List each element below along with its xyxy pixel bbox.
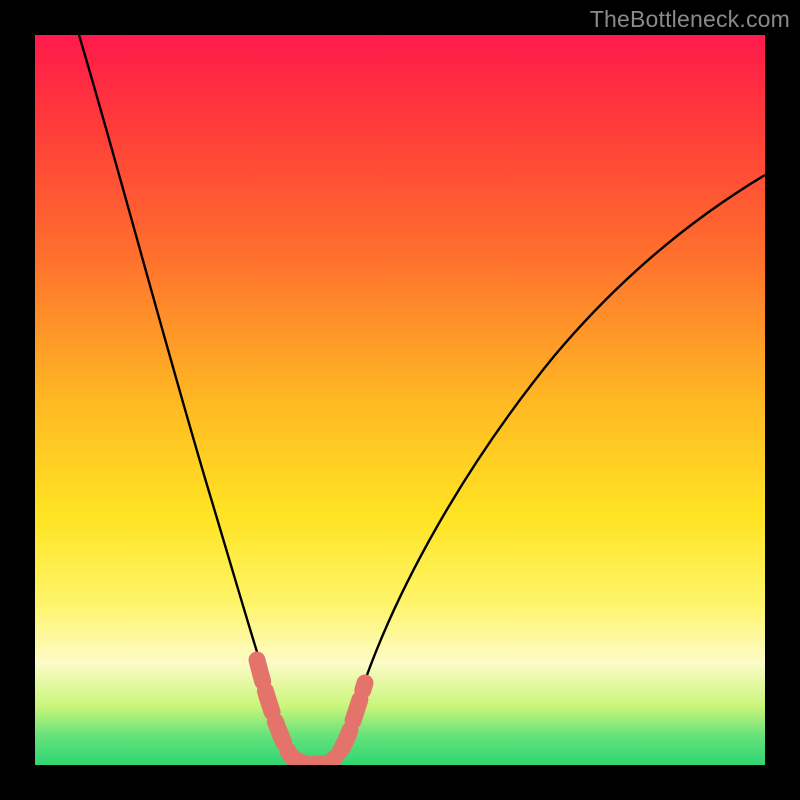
curve-svg [35, 35, 765, 765]
highlight-overlay [257, 660, 365, 764]
bottleneck-curve [79, 35, 765, 762]
chart-frame: TheBottleneck.com [0, 0, 800, 800]
watermark-text: TheBottleneck.com [590, 6, 790, 33]
plot-area [35, 35, 765, 765]
